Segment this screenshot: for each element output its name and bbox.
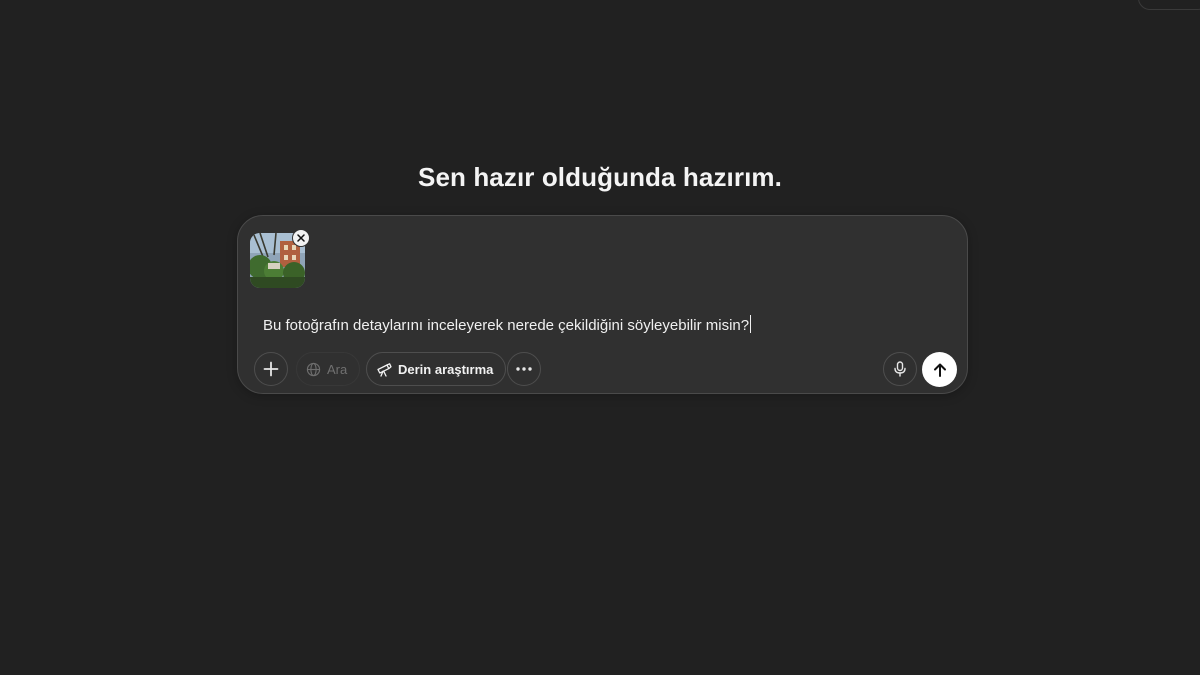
send-button[interactable] [922, 352, 957, 387]
composer-toolbar: Ara Derin araştırma [254, 352, 957, 388]
voice-input-button[interactable] [883, 352, 917, 386]
globe-icon [306, 362, 321, 376]
close-icon [297, 234, 305, 242]
search-button[interactable]: Ara [296, 352, 361, 386]
text-caret [750, 315, 752, 333]
prompt-input[interactable]: Bu fotoğrafın detaylarını inceleyerek ne… [263, 315, 752, 334]
ellipsis-icon [516, 367, 532, 371]
add-button[interactable] [254, 352, 288, 386]
chat-page: Sen hazır olduğunda hazırım. Bu fotoğraf… [0, 0, 1200, 675]
plus-icon [263, 361, 279, 377]
telescope-icon [377, 363, 392, 377]
microphone-icon [894, 361, 906, 377]
more-options-button[interactable] [507, 352, 541, 386]
arrow-up-icon [933, 363, 946, 377]
remove-attachment-button[interactable] [292, 229, 310, 247]
deep-research-button[interactable]: Derin araştırma [366, 352, 507, 386]
top-right-control-edge[interactable] [1138, 0, 1200, 10]
message-composer: Bu fotoğrafın detaylarını inceleyerek ne… [237, 215, 968, 394]
page-headline: Sen hazır olduğunda hazırım. [418, 162, 782, 192]
prompt-input-text: Bu fotoğrafın detaylarını inceleyerek ne… [263, 317, 750, 334]
deep-research-label: Derin araştırma [398, 361, 494, 377]
search-button-label: Ara [327, 361, 348, 377]
